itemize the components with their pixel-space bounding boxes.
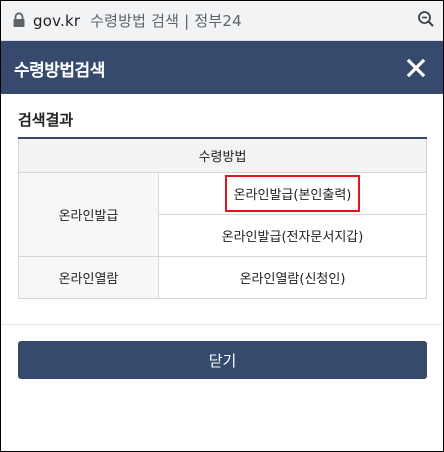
url-host: gov.kr [33, 12, 81, 30]
category-cell: 온라인발급 [18, 171, 159, 257]
page-title-text: 수령방법 검색 [90, 12, 180, 30]
modal-header: 수령방법검색 [1, 41, 443, 94]
result-table: 수령방법 온라인발급 온라인발급(본인출력) 온라인발급(전자문서지갑) 온라인… [18, 139, 427, 299]
table-header-row: 수령방법 [18, 139, 427, 173]
url-separator: | [184, 12, 190, 30]
highlighted-option[interactable]: 온라인발급(본인출력) [224, 174, 361, 212]
lock-icon [13, 12, 25, 27]
url-text[interactable]: gov.kr 수령방법 검색 | 정부24 [33, 10, 242, 31]
mobile-browser-window: gov.kr 수령방법 검색 | 정부24 수령방법검색 검색결과 수령방법 온… [1, 1, 443, 451]
option-cell[interactable]: 온라인열람(신청인) [158, 255, 427, 299]
site-name: 정부24 [194, 12, 242, 30]
footer-divider [1, 324, 443, 325]
table-row: 온라인열람 온라인열람(신청인) [18, 255, 427, 299]
option-cell[interactable]: 온라인발급(전자문서지갑) [158, 213, 427, 257]
option-cell[interactable]: 온라인발급(본인출력) [158, 171, 427, 215]
zoom-out-icon[interactable] [417, 10, 435, 28]
close-button[interactable]: 닫기 [18, 341, 427, 379]
category-cell: 온라인열람 [18, 255, 159, 299]
section-title: 검색결과 [18, 111, 74, 129]
modal-title: 수령방법검색 [14, 61, 105, 81]
address-bar[interactable]: gov.kr 수령방법 검색 | 정부24 [1, 1, 443, 41]
close-icon[interactable] [401, 53, 431, 83]
table-header: 수령방법 [18, 139, 427, 173]
table-row: 온라인발급 온라인발급(본인출력) [18, 171, 427, 257]
